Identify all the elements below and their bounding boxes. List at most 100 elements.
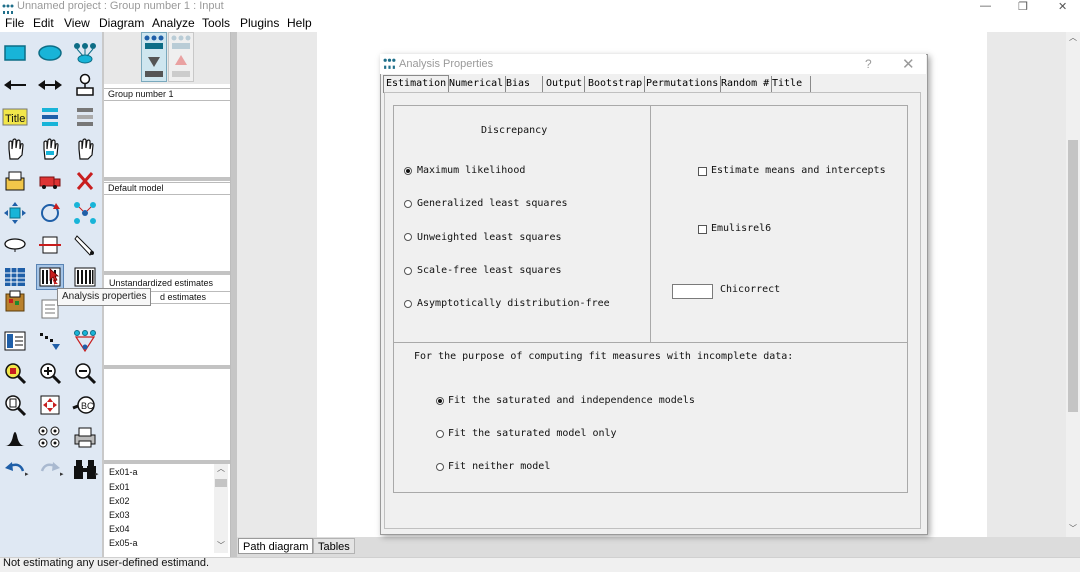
file-list-item[interactable]: Ex01-a <box>109 467 138 477</box>
radio-unweighted-least-squares[interactable] <box>404 233 412 241</box>
redo-icon[interactable] <box>36 456 64 482</box>
dialog-help-button[interactable]: ? <box>865 57 872 71</box>
diagram-scroll-thumb[interactable] <box>1068 140 1078 412</box>
estimate-means-checkbox[interactable] <box>698 167 707 176</box>
calculate-estimates-icon[interactable] <box>71 264 99 290</box>
file-list-item[interactable]: Ex05-a <box>109 538 138 548</box>
draw-latent-variable-icon[interactable] <box>36 40 64 66</box>
tab-bootstrap[interactable]: Bootstrap <box>586 76 646 92</box>
menu-view[interactable]: View <box>64 16 90 30</box>
tab-output[interactable]: Output <box>544 76 586 92</box>
move-parameter-icon[interactable] <box>1 232 29 258</box>
menu-file[interactable]: File <box>5 16 24 30</box>
zoom-out-icon[interactable] <box>71 360 99 386</box>
menu-edit[interactable]: Edit <box>33 16 54 30</box>
loupe-icon[interactable]: BC <box>71 392 99 418</box>
erase-objects-icon[interactable] <box>71 168 99 194</box>
multiple-imputation-icon[interactable] <box>36 424 64 450</box>
file-list-item[interactable]: Ex03 <box>109 510 130 520</box>
change-shape-icon[interactable] <box>1 200 29 226</box>
view-output-button[interactable] <box>168 32 194 82</box>
file-list-scroll-thumb[interactable] <box>215 479 227 487</box>
draw-path-arrow-icon[interactable] <box>1 72 29 98</box>
deselect-all-objects-icon[interactable] <box>71 136 99 162</box>
draw-covariance-arrow-icon[interactable] <box>36 72 64 98</box>
multiple-group-analysis-icon[interactable] <box>71 328 99 354</box>
zoom-in-icon[interactable] <box>36 360 64 386</box>
menu-diagram[interactable]: Diagram <box>99 16 144 30</box>
select-one-object-icon[interactable] <box>1 136 29 162</box>
fit-measures-heading: For the purpose of computing fit measure… <box>414 351 794 362</box>
list-variables-in-dataset-icon[interactable] <box>71 104 99 130</box>
dialog-title: Analysis Properties <box>399 58 494 70</box>
file-list-item[interactable]: Ex04 <box>109 524 130 534</box>
draw-observed-variable-icon[interactable] <box>1 40 29 66</box>
radio-fit-saturated-only[interactable] <box>436 430 444 438</box>
model-list-item[interactable]: Default model <box>104 182 230 195</box>
undo-icon[interactable] <box>1 456 29 482</box>
specification-search-icon[interactable] <box>36 328 64 354</box>
panel-divider <box>104 271 230 275</box>
touch-up-icon[interactable] <box>71 232 99 258</box>
radio-fit-neither[interactable] <box>436 463 444 471</box>
menu-tools[interactable]: Tools <box>202 16 230 30</box>
chevron-down-icon[interactable]: ﹀ <box>217 540 225 551</box>
chevron-up-icon[interactable]: ︿ <box>1069 32 1077 43</box>
data-file-options-icon[interactable] <box>1 328 29 354</box>
tab-title[interactable]: Title <box>770 76 811 92</box>
file-list-item[interactable]: Ex01 <box>109 482 130 492</box>
radio-fit-saturated-and-independence[interactable] <box>436 397 444 405</box>
chicorrect-input[interactable] <box>672 284 713 299</box>
add-unique-variable-icon[interactable] <box>71 72 99 98</box>
tab-permutations[interactable]: Permutations <box>644 76 722 92</box>
estimates-list-item[interactable]: Unstandardized estimates <box>109 278 213 288</box>
menu-plugins[interactable]: Plugins <box>240 16 279 30</box>
move-objects-icon[interactable] <box>36 168 64 194</box>
tab-tables[interactable]: Tables <box>313 538 355 554</box>
figure-caption-icon[interactable]: Title <box>1 104 29 130</box>
group-list-item[interactable]: Group number 1 <box>104 88 230 101</box>
view-input-button[interactable] <box>141 32 167 82</box>
reflect-indicators-icon[interactable] <box>71 200 99 226</box>
diagram-tab-strip <box>237 537 1080 557</box>
select-all-objects-icon[interactable] <box>36 136 64 162</box>
zoom-in-area-icon[interactable] <box>1 360 29 386</box>
svg-text:BC: BC <box>81 401 94 411</box>
tab-estimation[interactable]: Estimation <box>383 75 450 93</box>
tooltip: Analysis properties <box>57 288 152 306</box>
radio-scale-free-least-squares[interactable] <box>404 267 412 275</box>
view-page-icon[interactable] <box>1 392 29 418</box>
radio-asymptotically-distribution-free[interactable] <box>404 300 412 308</box>
window-title: Unnamed project : Group number 1 : Input <box>17 0 224 12</box>
menu-analyze[interactable]: Analyze <box>152 16 195 30</box>
file-list-item[interactable]: Ex02 <box>109 496 130 506</box>
chevron-down-icon[interactable]: ﹀ <box>1069 523 1077 534</box>
print-diagram-icon[interactable] <box>71 424 99 450</box>
tab-random[interactable]: Random # <box>719 76 773 92</box>
radio-generalized-least-squares[interactable] <box>404 200 412 208</box>
copy-to-clipboard-icon[interactable] <box>1 288 29 314</box>
draw-indicator-variable-icon[interactable] <box>71 40 99 66</box>
specification-binoculars-icon[interactable] <box>71 456 99 482</box>
tab-path-diagram[interactable]: Path diagram <box>238 538 314 554</box>
bayesian-estimation-icon[interactable] <box>1 424 29 450</box>
scroll-diagram-icon[interactable] <box>36 232 64 258</box>
maximize-button[interactable]: ❐ <box>1018 0 1028 13</box>
minimize-button[interactable]: — <box>980 0 991 12</box>
emulisrel6-checkbox[interactable] <box>698 225 707 234</box>
list-variables-in-model-icon[interactable] <box>36 104 64 130</box>
estimates-list-item-label: d estimates <box>160 292 207 302</box>
tab-bias[interactable]: Bias <box>504 76 543 92</box>
dialog-close-button[interactable]: ✕ <box>902 55 915 73</box>
chevron-up-icon[interactable]: ︿ <box>217 463 225 474</box>
duplicate-objects-icon[interactable] <box>1 168 29 194</box>
menu-help[interactable]: Help <box>287 16 312 30</box>
radio-maximum-likelihood[interactable] <box>404 167 412 175</box>
fit-diagram-icon[interactable] <box>36 392 64 418</box>
rotate-indicators-icon[interactable] <box>36 200 64 226</box>
select-data-files-icon[interactable] <box>1 264 29 290</box>
view-toggle-area <box>104 32 230 84</box>
checkbox-label: Emulisrel6 <box>711 223 772 234</box>
close-button[interactable]: ✕ <box>1058 0 1067 13</box>
tab-numerical[interactable]: Numerical <box>447 76 507 92</box>
